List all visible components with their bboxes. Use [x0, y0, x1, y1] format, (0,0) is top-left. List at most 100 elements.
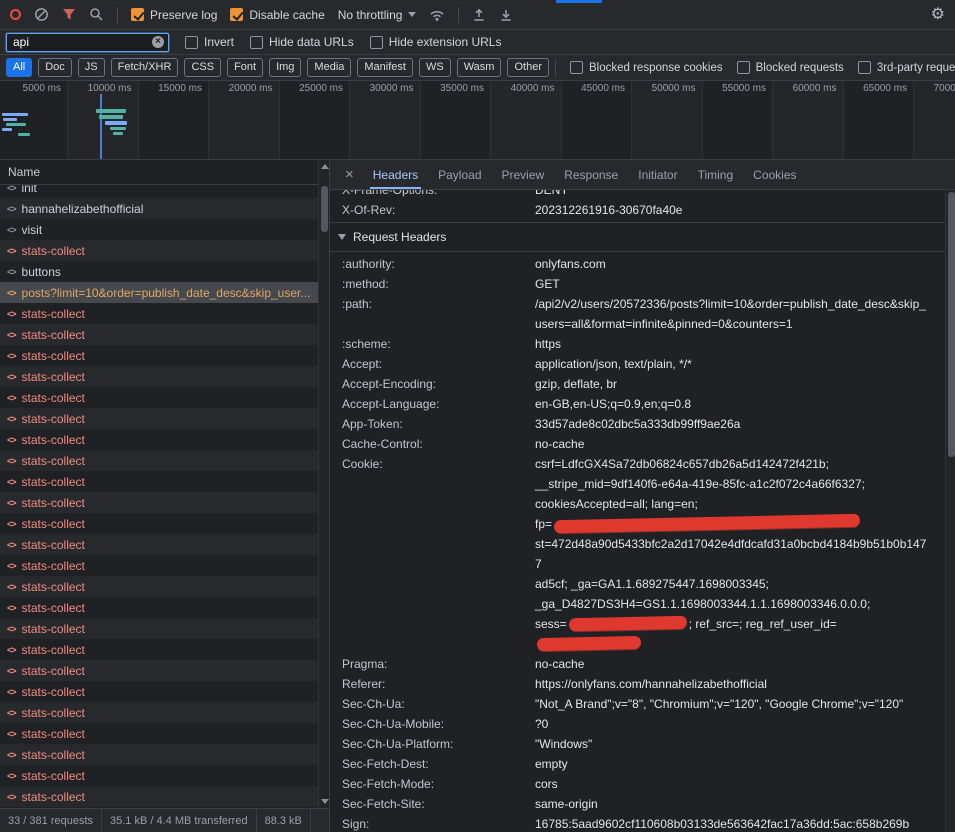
request-row[interactable]: <>stats-collect — [0, 471, 318, 492]
clear-filter-icon[interactable]: × — [152, 36, 164, 48]
scrollbar-thumb[interactable] — [321, 186, 328, 232]
request-row[interactable]: <>stats-collect — [0, 702, 318, 723]
preserve-log-checkbox[interactable]: Preserve log — [131, 8, 217, 22]
request-type-icon: <> — [7, 792, 16, 802]
throttling-select[interactable]: No throttling — [338, 8, 417, 22]
checkbox-unchecked-icon — [570, 61, 583, 74]
filter-pill-img[interactable]: Img — [269, 58, 301, 77]
filter-input-box[interactable]: × — [6, 33, 169, 52]
section-title: Request Headers — [353, 230, 446, 244]
filter-pill-css[interactable]: CSS — [184, 58, 221, 77]
request-row[interactable]: <>stats-collect — [0, 765, 318, 786]
request-row[interactable]: <>stats-collect — [0, 324, 318, 345]
filter-pill-wasm[interactable]: Wasm — [457, 58, 502, 77]
request-type-icon: <> — [7, 246, 16, 256]
request-row[interactable]: <>stats-collect — [0, 387, 318, 408]
filter-pill-font[interactable]: Font — [227, 58, 263, 77]
request-row[interactable]: <>init — [0, 185, 318, 198]
request-row[interactable]: <>stats-collect — [0, 303, 318, 324]
tab-headers[interactable]: Headers — [363, 160, 428, 189]
checkbox-unchecked-icon — [250, 36, 263, 49]
tab-preview[interactable]: Preview — [492, 160, 555, 189]
request-row[interactable]: <>stats-collect — [0, 618, 318, 639]
request-row[interactable]: <>stats-collect — [0, 555, 318, 576]
request-row[interactable]: <>stats-collect — [0, 744, 318, 765]
tab-cookies[interactable]: Cookies — [743, 160, 806, 189]
header-name: Sec-Ch-Ua: — [342, 694, 535, 714]
request-row[interactable]: <>stats-collect — [0, 450, 318, 471]
request-row[interactable]: <>stats-collect — [0, 408, 318, 429]
record-button[interactable] — [10, 9, 21, 20]
import-har-icon[interactable] — [472, 8, 486, 22]
3rd-party-requests-checkbox[interactable]: 3rd-party requests — [858, 61, 955, 74]
clear-icon[interactable] — [34, 7, 49, 22]
request-row[interactable]: <>visit — [0, 219, 318, 240]
tab-initiator[interactable]: Initiator — [628, 160, 687, 189]
request-headers-section-header[interactable]: Request Headers — [330, 225, 945, 249]
request-row[interactable]: <>stats-collect — [0, 366, 318, 387]
search-icon[interactable] — [89, 7, 104, 22]
tab-timing[interactable]: Timing — [688, 160, 744, 189]
request-row[interactable]: <>hannahelizabethofficial — [0, 198, 318, 219]
scrollbar-thumb[interactable] — [948, 192, 955, 457]
timeline-tick-label: 35000 ms — [440, 83, 484, 94]
tab-response[interactable]: Response — [554, 160, 628, 189]
blocked-requests-checkbox[interactable]: Blocked requests — [737, 61, 844, 74]
tab-payload[interactable]: Payload — [428, 160, 491, 189]
request-row[interactable]: <>stats-collect — [0, 639, 318, 660]
request-type-icon: <> — [7, 624, 16, 634]
request-name-label: stats-collect — [22, 643, 85, 657]
filter-pill-fetch-xhr[interactable]: Fetch/XHR — [111, 58, 179, 77]
blocked-response-cookies-checkbox[interactable]: Blocked response cookies — [570, 61, 723, 74]
header-name: Accept-Encoding: — [342, 374, 535, 394]
request-row[interactable]: <>stats-collect — [0, 240, 318, 261]
request-row[interactable]: <>stats-collect — [0, 492, 318, 513]
filter-pill-manifest[interactable]: Manifest — [357, 58, 413, 77]
filter-icon[interactable] — [62, 8, 76, 21]
header-name: :authority: — [342, 254, 535, 274]
request-row[interactable]: <>stats-collect — [0, 786, 318, 807]
network-conditions-icon[interactable] — [429, 8, 445, 22]
name-column-header[interactable]: Name — [0, 160, 329, 185]
request-list: <>init<>hannahelizabethofficial<>visit<>… — [0, 185, 329, 808]
request-row[interactable]: <>stats-collect — [0, 429, 318, 450]
filter-pill-js[interactable]: JS — [78, 58, 105, 77]
disable-cache-checkbox[interactable]: Disable cache — [230, 8, 324, 22]
filter-pill-doc[interactable]: Doc — [38, 58, 72, 77]
request-row[interactable]: <>stats-collect — [0, 576, 318, 597]
request-list-panel: Name <>init<>hannahelizabethofficial<>vi… — [0, 160, 330, 832]
request-row[interactable]: <>stats-collect — [0, 345, 318, 366]
request-name-label: stats-collect — [22, 769, 85, 783]
request-row[interactable]: <>posts?limit=10&order=publish_date_desc… — [0, 282, 318, 303]
close-details-icon[interactable]: × — [336, 160, 363, 189]
request-row[interactable]: <>stats-collect — [0, 660, 318, 681]
request-row[interactable]: <>buttons — [0, 261, 318, 282]
request-row[interactable]: <>stats-collect — [0, 681, 318, 702]
timeline-tick-label: 15000 ms — [158, 83, 202, 94]
request-list-scrollbar[interactable] — [318, 160, 329, 808]
request-row[interactable]: <>stats-collect — [0, 723, 318, 744]
settings-gear-icon[interactable]: ⚙ — [931, 7, 945, 23]
filter-pill-ws[interactable]: WS — [419, 58, 451, 77]
headers-content: X-Frame-Options: DENY X-Of-Rev: 20231226… — [330, 190, 955, 832]
timeline-tick-label: 25000 ms — [299, 83, 343, 94]
details-scrollbar[interactable] — [945, 190, 955, 832]
scroll-up-arrow-icon[interactable] — [321, 164, 329, 169]
scroll-down-arrow-icon[interactable] — [321, 799, 329, 804]
hide-data-urls-checkbox[interactable]: Hide data URLs — [250, 35, 354, 49]
request-row[interactable]: <>stats-collect — [0, 534, 318, 555]
filter-pill-media[interactable]: Media — [307, 58, 351, 77]
request-row[interactable]: <>stats-collect — [0, 513, 318, 534]
filter-pill-all[interactable]: All — [6, 58, 32, 77]
request-name-label: stats-collect — [22, 706, 85, 720]
request-name-label: stats-collect — [22, 664, 85, 678]
filter-input[interactable] — [13, 35, 152, 49]
filter-pill-other[interactable]: Other — [507, 58, 549, 77]
network-overview-timeline[interactable]: 5000 ms10000 ms15000 ms20000 ms25000 ms3… — [0, 81, 955, 160]
toolbar-divider — [117, 7, 118, 23]
export-har-icon[interactable] — [499, 8, 513, 22]
hide-extension-urls-checkbox[interactable]: Hide extension URLs — [370, 35, 502, 49]
request-name-label: stats-collect — [22, 727, 85, 741]
invert-checkbox[interactable]: Invert — [185, 35, 234, 49]
request-row[interactable]: <>stats-collect — [0, 597, 318, 618]
